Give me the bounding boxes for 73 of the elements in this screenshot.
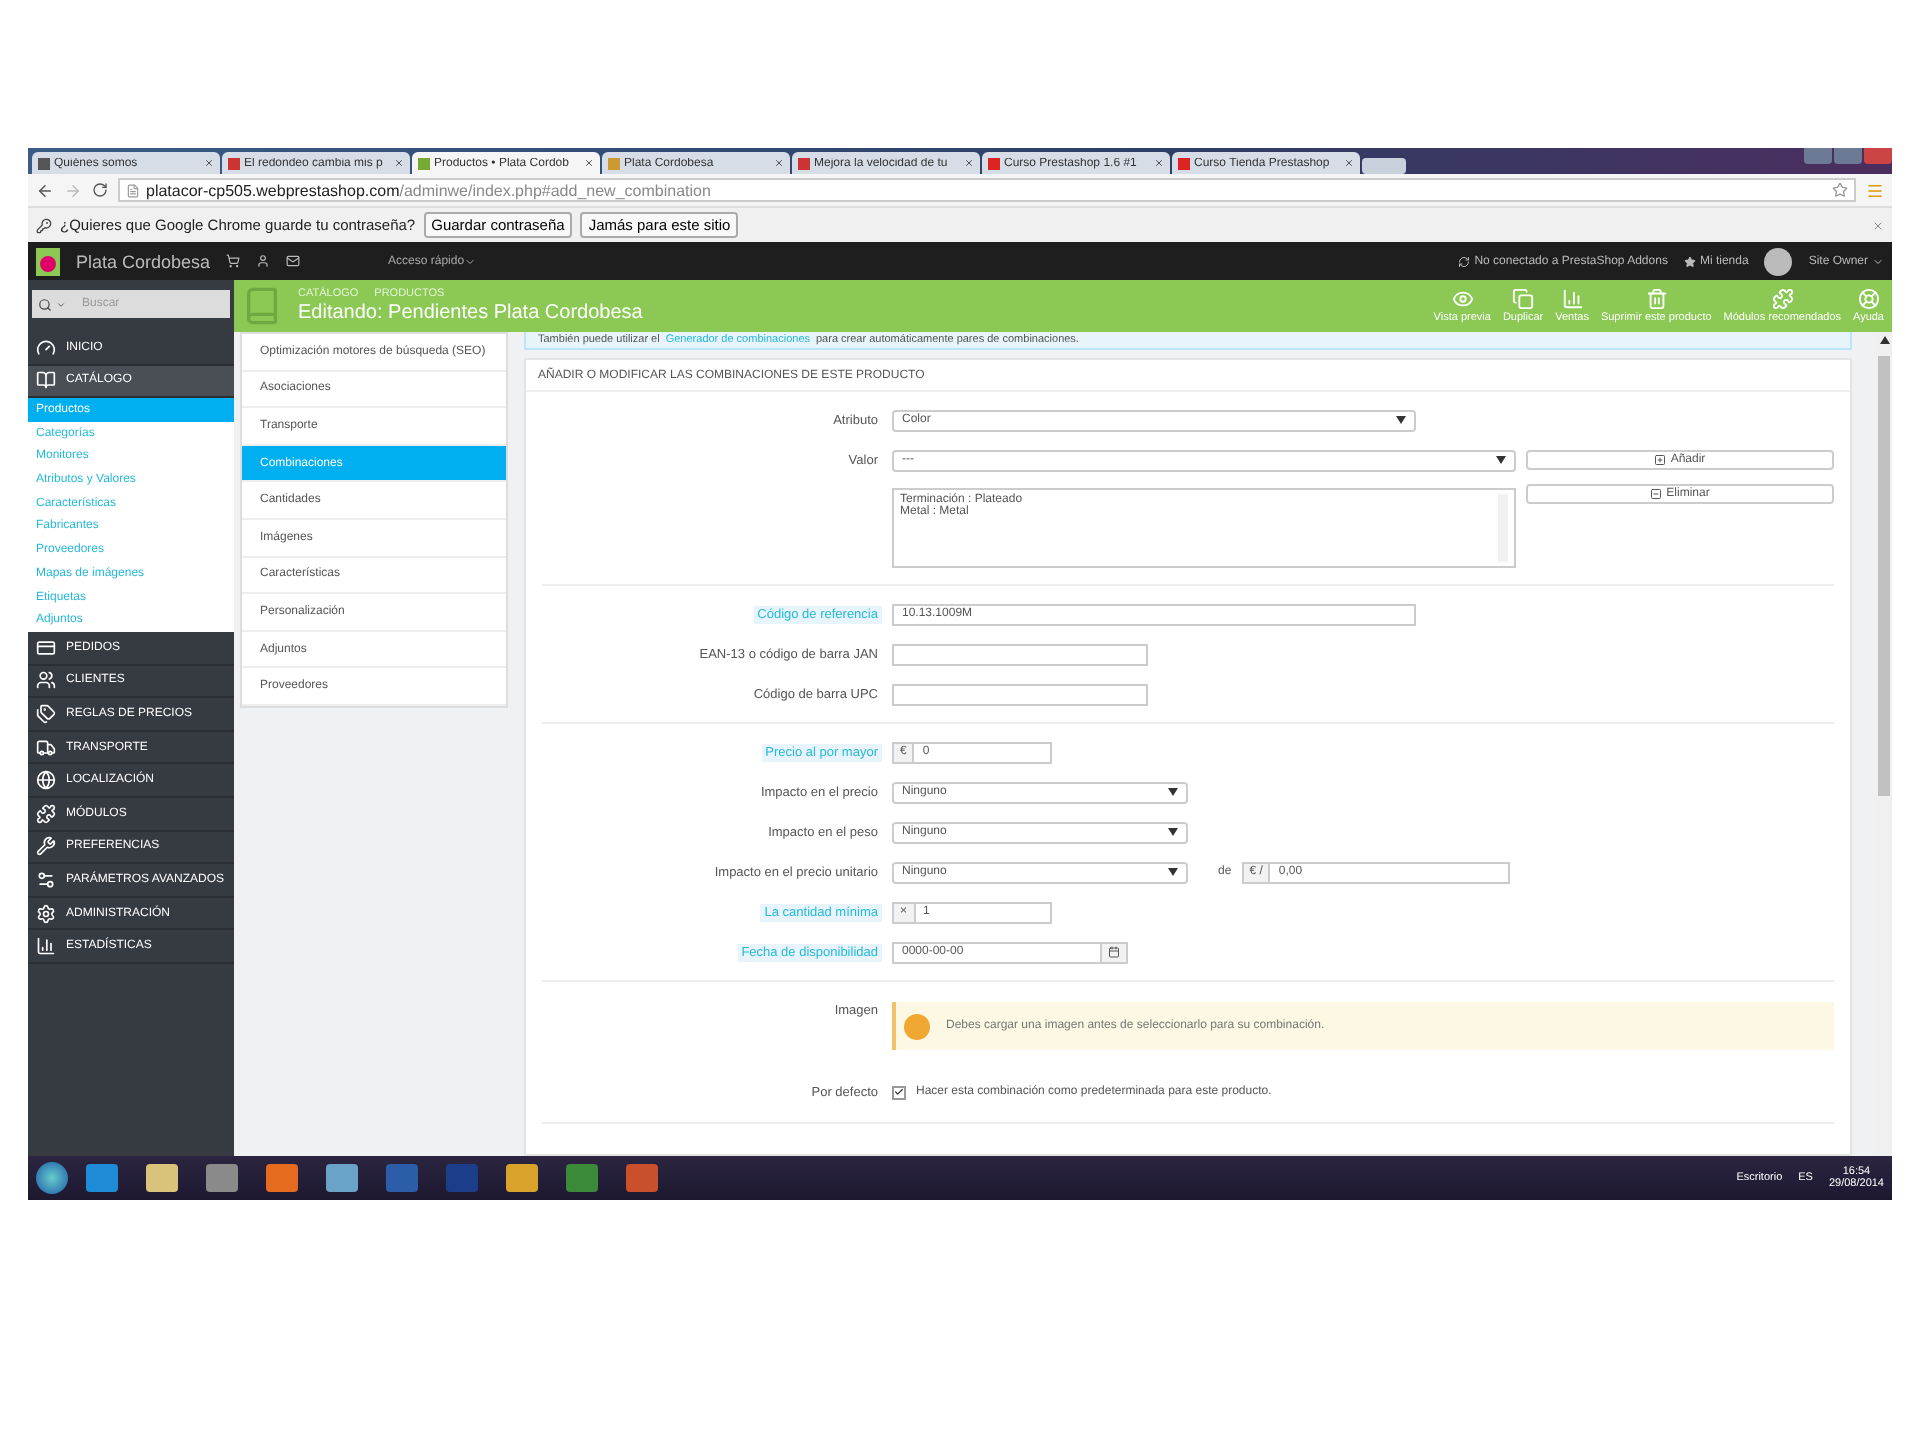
close-icon[interactable] xyxy=(1872,219,1884,231)
shop-name[interactable]: Plata Cordobesa xyxy=(76,251,211,271)
book-icon xyxy=(36,370,56,391)
caret-icon xyxy=(1872,255,1884,267)
avatar-icon xyxy=(1764,247,1793,275)
forward-icon xyxy=(64,181,82,199)
puzzle-icon xyxy=(36,803,56,824)
star-icon[interactable] xyxy=(1832,182,1848,198)
gauge-icon xyxy=(36,337,56,358)
maximize-button[interactable] xyxy=(1834,148,1862,164)
minimize-button[interactable] xyxy=(1804,148,1832,164)
card-icon xyxy=(36,637,56,658)
key-icon xyxy=(36,217,52,233)
address-field[interactable]: platacor-cp505.webprestashop.com/adminwe/index.php#add_new_combination xyxy=(118,178,1856,202)
caret-icon xyxy=(464,255,477,267)
favicon-icon xyxy=(608,157,620,169)
book-icon xyxy=(242,286,282,326)
trash-icon xyxy=(1645,288,1668,310)
close-button[interactable] xyxy=(1864,148,1892,164)
tags-icon xyxy=(36,704,56,725)
taskbar-app-icon[interactable] xyxy=(386,1164,418,1192)
search-icon xyxy=(38,297,52,311)
input-field[interactable] xyxy=(892,683,1148,705)
copy-icon xyxy=(1512,288,1535,310)
bar-chart-icon xyxy=(1561,288,1584,310)
minus-icon xyxy=(1650,488,1663,500)
eye-icon xyxy=(1451,288,1474,310)
bar-chart-icon xyxy=(36,936,56,957)
back-icon xyxy=(36,181,54,199)
start-button[interactable] xyxy=(36,1162,68,1194)
taskbar-app-icon[interactable] xyxy=(566,1164,598,1192)
favicon-icon xyxy=(1178,157,1190,169)
page-title: Editando: Pendientes Plata Cordobesa xyxy=(298,302,643,324)
lifebuoy-icon xyxy=(1857,288,1880,310)
taskbar-app-icon[interactable] xyxy=(326,1164,358,1192)
favicon-icon xyxy=(418,157,430,169)
truck-icon xyxy=(36,737,56,758)
taskbar-app-icon[interactable] xyxy=(146,1164,178,1192)
favicon-icon xyxy=(228,157,240,169)
caret-icon xyxy=(1168,868,1178,876)
cart-icon xyxy=(226,254,241,268)
gear-icon xyxy=(36,903,56,924)
user-icon xyxy=(256,254,271,268)
taskbar-app-icon[interactable] xyxy=(506,1164,538,1192)
globe-icon xyxy=(36,770,56,791)
refresh-icon xyxy=(1458,255,1471,267)
caret-icon xyxy=(1396,416,1406,424)
favicon-icon xyxy=(988,157,1000,169)
caret-icon xyxy=(1168,828,1178,836)
mail-icon xyxy=(286,254,301,268)
star-icon xyxy=(1683,255,1696,267)
puzzle-icon xyxy=(1771,288,1794,310)
caret-icon xyxy=(1879,336,1889,344)
calendar-icon xyxy=(1108,946,1120,958)
menu-icon xyxy=(1866,181,1884,199)
plus-icon xyxy=(1654,454,1667,466)
taskbar-app-icon[interactable] xyxy=(266,1164,298,1192)
caret-icon xyxy=(56,299,66,309)
taskbar-app-icon[interactable] xyxy=(446,1164,478,1192)
caret-icon xyxy=(1168,788,1178,796)
taskbar-app-icon[interactable] xyxy=(626,1164,658,1192)
wrench-icon xyxy=(36,836,56,857)
checkbox[interactable] xyxy=(892,1085,906,1099)
favicon-icon xyxy=(798,157,810,169)
taskbar-app-icon[interactable] xyxy=(86,1164,118,1192)
caret-icon xyxy=(1496,456,1507,464)
page-icon xyxy=(126,183,140,197)
taskbar-app-icon[interactable] xyxy=(206,1164,238,1192)
input-field[interactable] xyxy=(892,643,1148,665)
favicon-icon xyxy=(38,157,50,169)
logo-icon xyxy=(36,247,60,275)
reload-icon xyxy=(92,182,108,198)
users-icon xyxy=(36,670,56,691)
